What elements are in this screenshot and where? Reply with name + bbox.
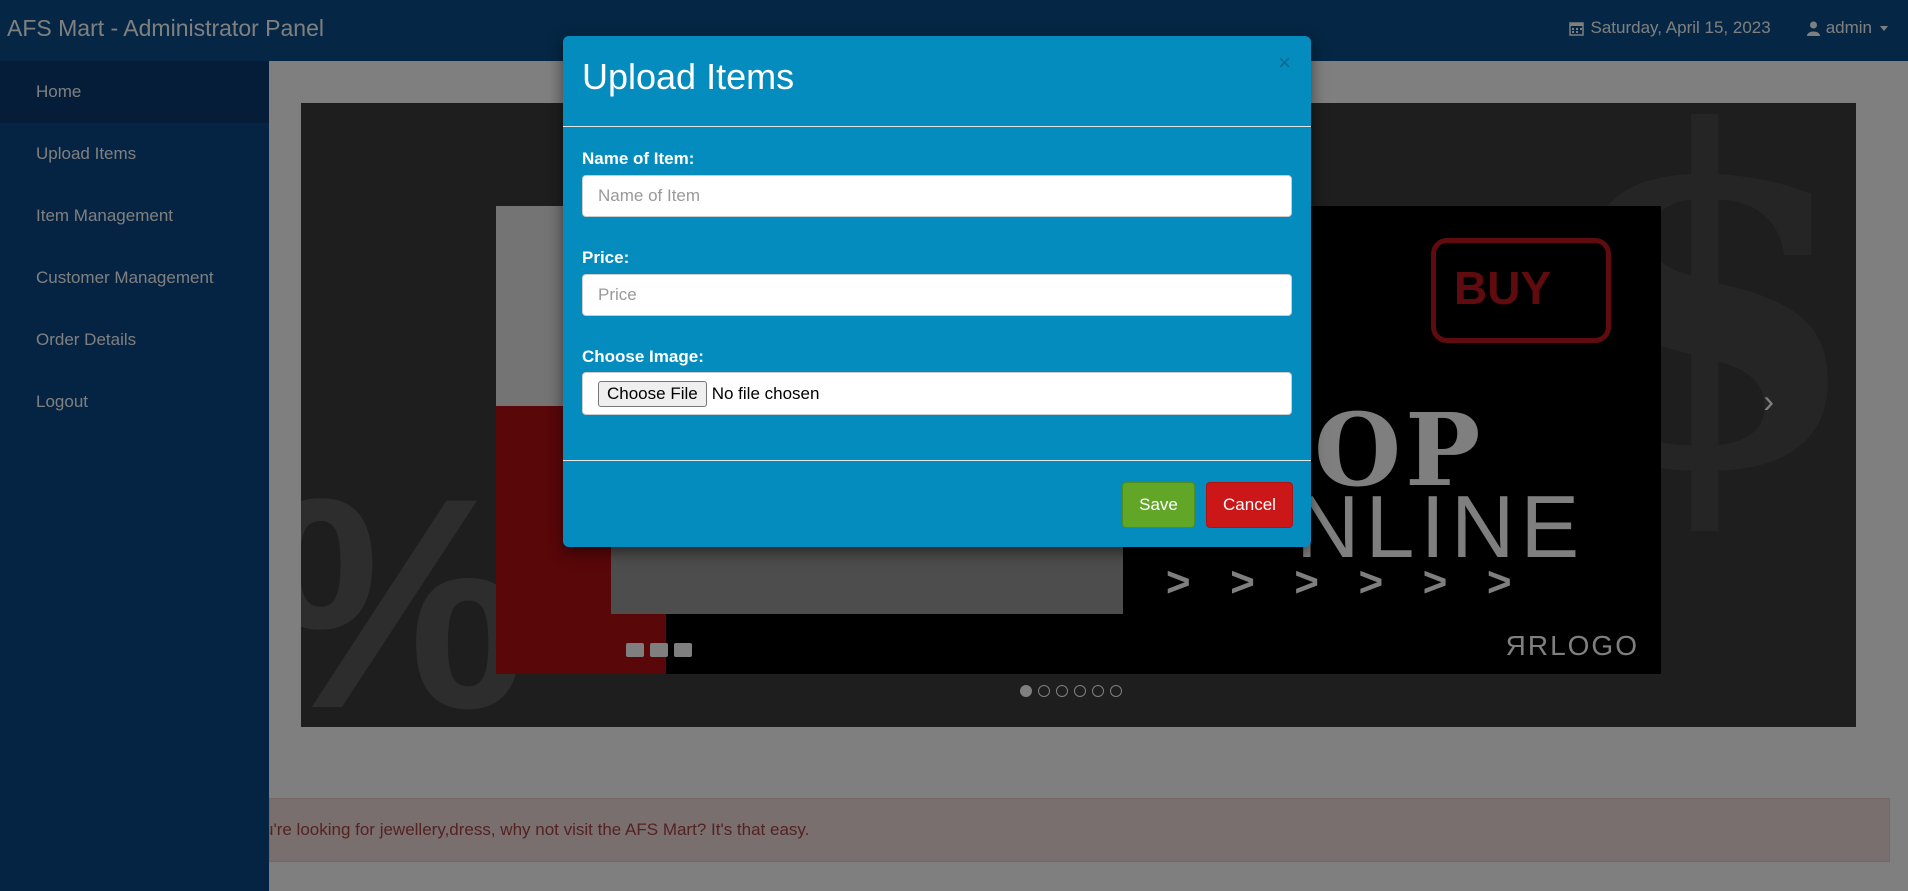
image-file-input[interactable]: Choose File No file chosen [582, 372, 1292, 415]
upload-items-modal: Upload Items × Name of Item: Price: Choo… [563, 36, 1311, 547]
choose-file-button[interactable]: Choose File [598, 380, 707, 407]
cancel-button[interactable]: Cancel [1206, 482, 1293, 528]
name-label: Name of Item: [582, 149, 695, 168]
file-status: No file chosen [711, 383, 820, 403]
price-label: Price: [582, 248, 630, 267]
item-name-input[interactable] [582, 175, 1292, 217]
price-input[interactable] [582, 274, 1292, 316]
modal-header: Upload Items × [563, 36, 1311, 127]
save-button[interactable]: Save [1122, 482, 1195, 528]
modal-title: Upload Items [582, 56, 795, 97]
modal-footer: Save Cancel [563, 460, 1311, 548]
image-label: Choose Image: [582, 347, 704, 366]
close-icon[interactable]: × [1278, 52, 1291, 74]
